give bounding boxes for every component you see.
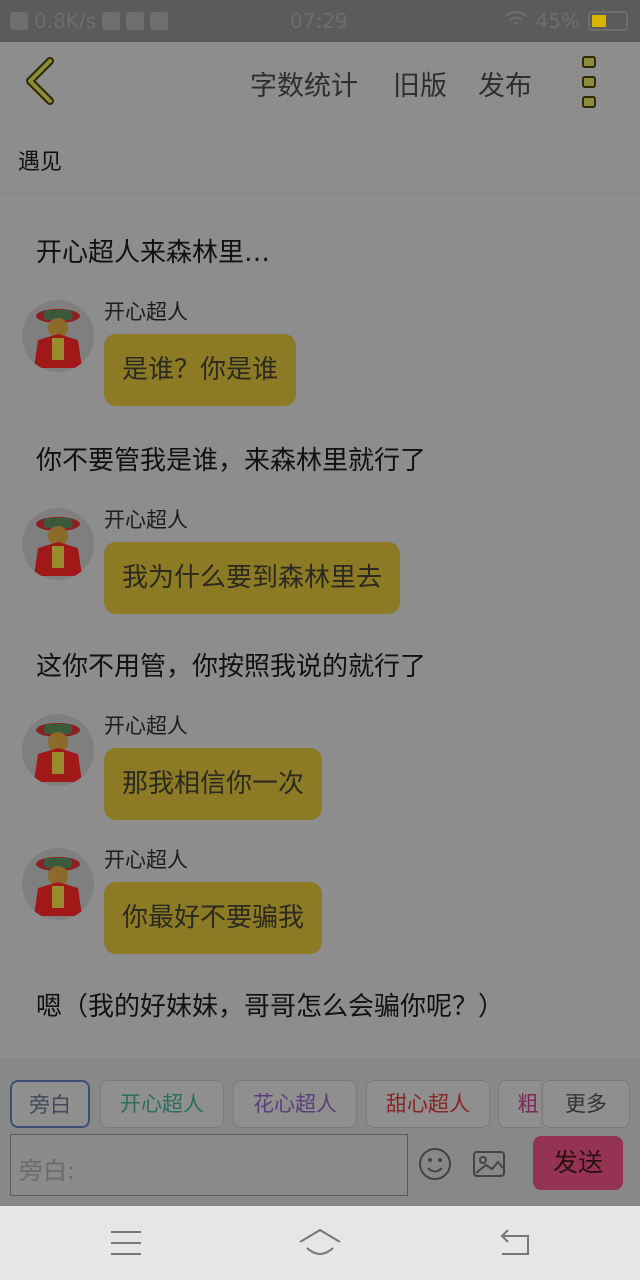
speaker-name: 开心超人 — [104, 848, 188, 872]
message-input[interactable]: 旁白: — [10, 1134, 408, 1196]
narration-line: 你不要管我是谁，来森林里就行了 — [36, 446, 427, 476]
home-icon[interactable] — [298, 1224, 342, 1264]
status-time: 07:29 — [290, 9, 348, 33]
word-count-link[interactable]: 字数统计 — [250, 64, 358, 103]
notification-icon — [150, 12, 169, 30]
top-bar: 字数统计 旧版 发布 — [0, 42, 640, 122]
back-button[interactable] — [18, 56, 66, 106]
role-chip[interactable]: 花心超人 — [233, 1080, 357, 1128]
input-placeholder: 旁白: — [19, 1157, 76, 1185]
avatar[interactable] — [22, 300, 94, 372]
avatar[interactable] — [22, 714, 94, 786]
role-chip[interactable]: 开心超人 — [100, 1080, 224, 1128]
chat-bubble[interactable]: 你最好不要骗我 — [104, 882, 323, 954]
network-speed: 0.8K/s — [34, 9, 97, 33]
role-chip[interactable]: 甜心超人 — [366, 1080, 490, 1128]
wifi-icon — [504, 9, 528, 33]
chat-bubble[interactable]: 是谁？你是谁 — [104, 334, 297, 406]
narration-line: 这你不用管，你按照我说的就行了 — [36, 652, 427, 682]
status-bar: 0.8K/s 07:29 45% — [0, 0, 640, 42]
speaker-name: 开心超人 — [104, 714, 188, 738]
signal-icon — [10, 12, 28, 30]
battery-icon — [588, 11, 628, 31]
image-icon[interactable] — [472, 1147, 506, 1181]
avatar[interactable] — [22, 508, 94, 580]
speaker-name: 开心超人 — [104, 508, 188, 532]
notification-icon — [102, 12, 121, 30]
old-version-link[interactable]: 旧版 — [393, 64, 447, 103]
narration-line: 开心超人来森林里… — [36, 238, 271, 268]
battery-fill — [592, 15, 606, 27]
speaker-name: 开心超人 — [104, 300, 188, 324]
composer: 旁白 开心超人 花心超人 甜心超人 粗 更多 旁白: 发送 — [0, 1058, 640, 1206]
back-nav-icon[interactable] — [494, 1224, 538, 1264]
story-title: 遇见 — [18, 150, 63, 175]
chat-bubble[interactable]: 那我相信你一次 — [104, 748, 323, 820]
publish-link[interactable]: 发布 — [478, 64, 532, 103]
system-nav-bar — [0, 1206, 640, 1280]
battery-percent: 45% — [535, 9, 580, 33]
chat-bubble[interactable]: 我为什么要到森林里去 — [104, 542, 401, 614]
more-vertical-icon[interactable] — [578, 56, 600, 108]
role-chip[interactable]: 粗 — [498, 1080, 540, 1128]
emoji-icon[interactable] — [418, 1147, 452, 1181]
role-chip-narration[interactable]: 旁白 — [10, 1080, 90, 1128]
send-button[interactable]: 发送 — [533, 1136, 623, 1190]
narration-line: 嗯（我的好妹妹，哥哥怎么会骗你呢？） — [36, 992, 505, 1022]
more-roles-button[interactable]: 更多 — [542, 1080, 630, 1128]
story-title-row[interactable]: 遇见 — [0, 122, 640, 194]
back-icon — [26, 57, 54, 105]
menu-icon[interactable] — [104, 1224, 148, 1264]
notification-icon — [126, 12, 145, 30]
avatar[interactable] — [22, 848, 94, 920]
